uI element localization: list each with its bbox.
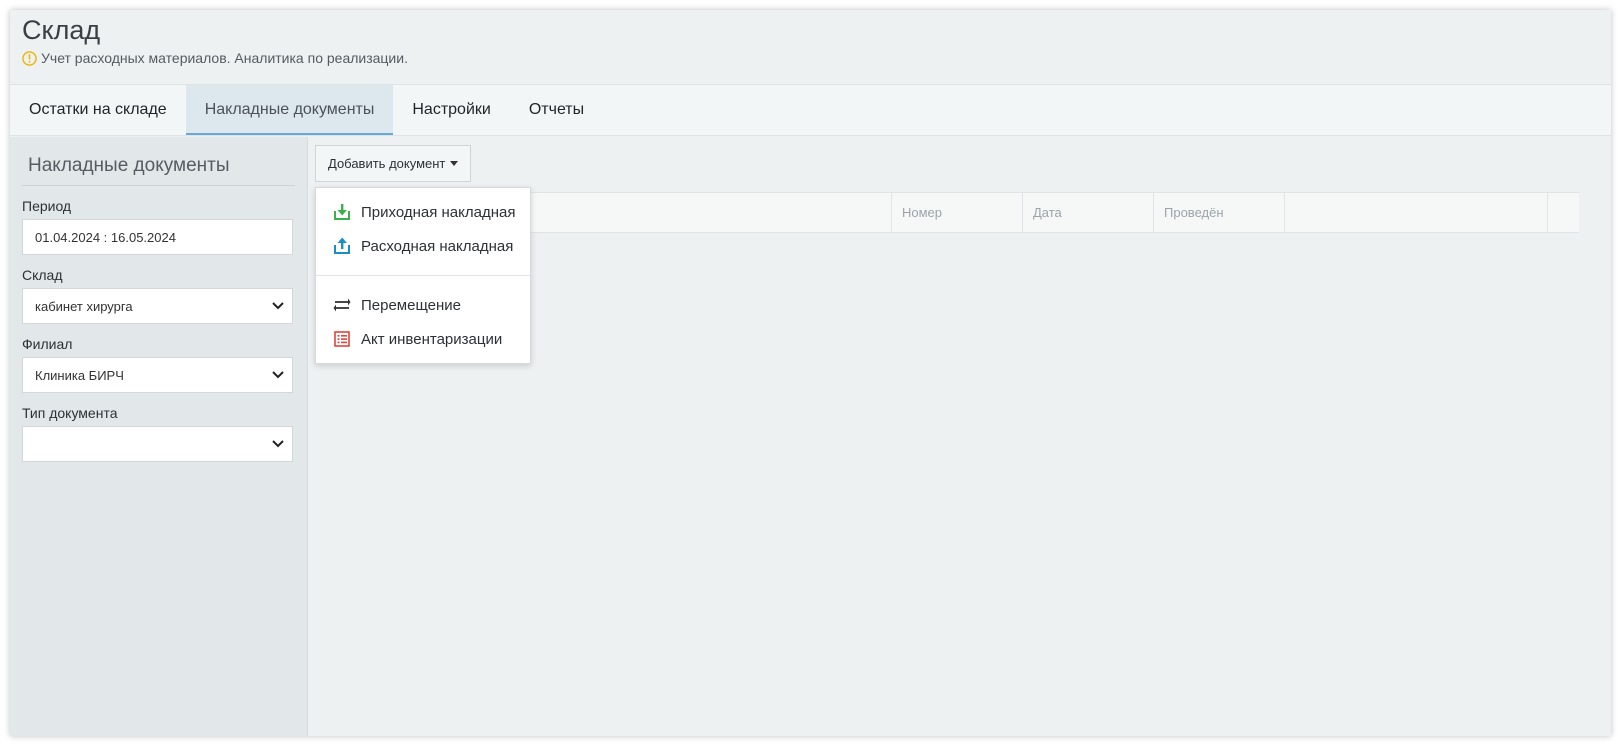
branch-label: Филиал: [22, 336, 73, 352]
menu-divider: [316, 275, 530, 276]
tab-reports[interactable]: Отчеты: [510, 85, 603, 135]
filter-sidebar: Накладные документы Период 01.04.2024 : …: [10, 137, 308, 736]
page-subtitle: Учет расходных материалов. Аналитика по …: [22, 50, 1599, 66]
page-header: Склад Учет расходных материалов. Аналити…: [10, 10, 1611, 85]
warehouse-select[interactable]: кабинет хирурга: [22, 288, 293, 324]
branch-select[interactable]: Клиника БИРЧ: [22, 357, 293, 393]
subtitle-text: Учет расходных материалов. Аналитика по …: [41, 50, 408, 66]
list-icon: [334, 331, 350, 347]
menu-item-transfer[interactable]: Перемещение: [316, 288, 530, 322]
column-header-date[interactable]: Дата: [1022, 193, 1153, 232]
sidebar-title: Накладные документы: [22, 137, 295, 186]
content-area: Добавить документ Номер Дата Проведён Пр…: [308, 137, 1611, 736]
menu-item-label: Перемещение: [361, 296, 461, 314]
download-icon: [334, 204, 350, 220]
warehouse-label: Склад: [22, 267, 63, 283]
column-header-number[interactable]: Номер: [891, 193, 1022, 232]
column-header-extra: [1547, 193, 1579, 232]
chevron-down-icon: [272, 302, 284, 310]
column-header-posted[interactable]: Проведён: [1153, 193, 1284, 232]
caret-down-icon: [450, 161, 459, 166]
menu-item-label: Акт инвентаризации: [361, 330, 503, 348]
branch-value: Клиника БИРЧ: [35, 367, 124, 383]
period-label: Период: [22, 198, 72, 214]
tab-stock[interactable]: Остатки на складе: [10, 85, 186, 135]
chevron-down-icon: [272, 440, 284, 448]
add-document-dropdown: Приходная накладная Расходная накладная: [315, 187, 531, 364]
info-icon: [22, 50, 37, 66]
period-input[interactable]: 01.04.2024 : 16.05.2024: [22, 219, 293, 255]
menu-item-incoming-invoice[interactable]: Приходная накладная: [316, 195, 530, 229]
doc-type-label: Тип документа: [22, 405, 118, 421]
chevron-down-icon: [272, 371, 284, 379]
transfer-icon: [333, 298, 351, 312]
warehouse-value: кабинет хирурга: [35, 298, 133, 314]
main-body: Накладные документы Период 01.04.2024 : …: [10, 137, 1611, 736]
menu-item-outgoing-invoice[interactable]: Расходная накладная: [316, 229, 530, 263]
tab-invoices[interactable]: Накладные документы: [185, 85, 394, 135]
period-value: 01.04.2024 : 16.05.2024: [35, 229, 176, 245]
page-title: Склад: [22, 15, 101, 45]
app-window: Склад Учет расходных материалов. Аналити…: [10, 10, 1611, 736]
add-document-label: Добавить документ: [328, 156, 446, 171]
upload-icon: [334, 237, 350, 254]
menu-item-label: Расходная накладная: [361, 237, 514, 255]
add-document-button[interactable]: Добавить документ: [315, 145, 472, 182]
tab-settings[interactable]: Настройки: [393, 85, 509, 135]
tab-bar: Остатки на складе Накладные документы На…: [10, 85, 1611, 136]
menu-item-label: Приходная накладная: [361, 203, 516, 221]
doc-type-select[interactable]: [22, 426, 293, 462]
menu-item-inventory-act[interactable]: Акт инвентаризации: [316, 322, 530, 356]
column-header-actions: [1284, 193, 1547, 232]
